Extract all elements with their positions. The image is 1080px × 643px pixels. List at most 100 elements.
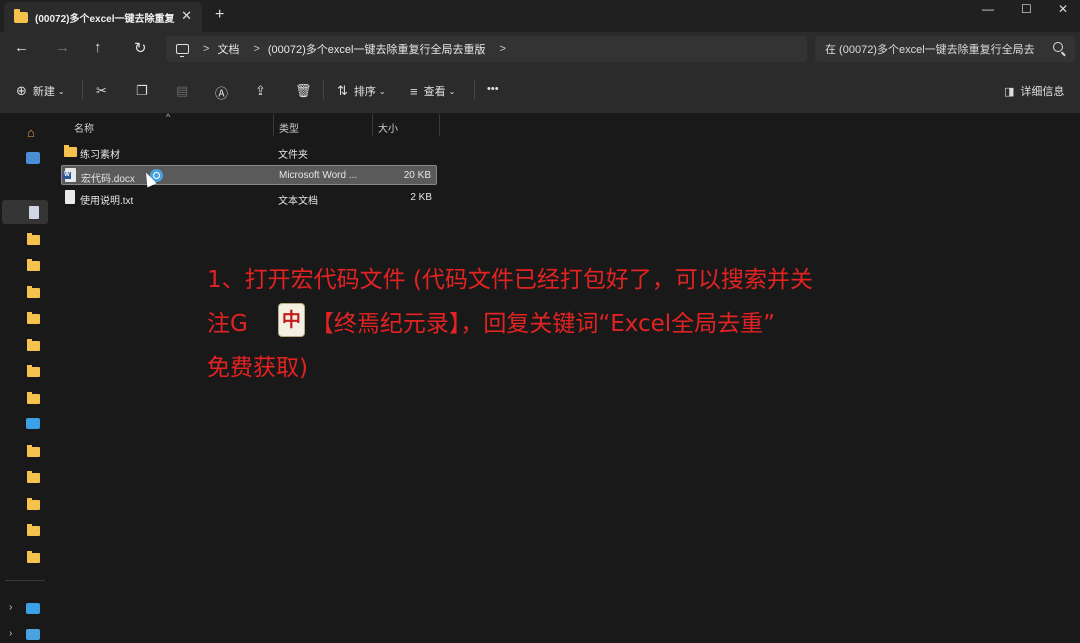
folder-icon[interactable] — [27, 365, 40, 377]
word-doc-icon — [63, 168, 76, 182]
documents-icon[interactable] — [29, 206, 39, 219]
nav-divider — [5, 580, 45, 581]
trash-icon: 🗑 — [295, 83, 312, 98]
scissors-icon: ✂ — [96, 83, 107, 98]
folder-icon — [14, 8, 28, 23]
folder-icon[interactable] — [27, 445, 40, 457]
file-size: 20 KB — [403, 170, 431, 181]
share-icon: ⇪ — [255, 83, 266, 98]
home-icon[interactable]: ⌂ — [27, 125, 35, 140]
search-box[interactable]: 在 (00072)多个excel一键去除重复行全局去 — [815, 36, 1075, 62]
sort-icon: ⇅ — [337, 83, 348, 98]
details-pane-button[interactable]: ◨ 详细信息 — [1004, 83, 1064, 99]
sort-caret-icon: ^ — [166, 112, 171, 122]
toolbar-divider — [323, 80, 324, 100]
column-divider[interactable] — [372, 114, 373, 136]
annotation-line-2: 注G 【终焉纪元录】，回复关键词“Excel全局去重” — [207, 302, 887, 346]
column-headers: ^ 名称 类型 大小 — [62, 112, 442, 136]
network-icon[interactable] — [26, 629, 40, 640]
back-button[interactable]: ← — [14, 39, 29, 56]
folder-icon[interactable] — [27, 259, 40, 271]
column-header-name[interactable]: 名称 — [74, 120, 94, 135]
column-header-type[interactable]: 类型 — [279, 120, 299, 135]
new-label: 新建 — [32, 86, 55, 98]
this-pc-icon[interactable] — [26, 603, 40, 614]
column-header-size[interactable]: 大小 — [378, 120, 398, 135]
folder-icon[interactable] — [27, 551, 40, 563]
folder-icon[interactable] — [27, 233, 40, 245]
desktop-icon[interactable] — [26, 418, 40, 429]
folder-icon[interactable] — [27, 392, 40, 404]
navigation-pane: ⌂ › › — [0, 114, 48, 643]
refresh-button[interactable]: ↻ — [134, 39, 147, 57]
address-bar[interactable]: > 文档 > (00072)多个excel一键去除重复行全局去重版 > — [166, 36, 807, 62]
delete-button[interactable]: 🗑 — [295, 83, 318, 99]
chevron-down-icon: ⌄ — [378, 86, 386, 96]
chevron-right-icon: > — [203, 43, 210, 55]
sort-label: 排序 — [353, 86, 376, 98]
breadcrumb-current-folder[interactable]: (00072)多个excel一键去除重复行全局去重版 — [268, 41, 486, 57]
plus-circle-icon: ⊕ — [16, 83, 27, 98]
navigation-bar: ← → ↑ ↻ > 文档 > (00072)多个excel一键去除重复行全局去重… — [0, 32, 1080, 66]
rename-icon: Ⓐ — [215, 86, 229, 101]
folder-icon[interactable] — [27, 498, 40, 510]
new-button[interactable]: ⊕ 新建 ⌄ — [16, 83, 65, 99]
up-button[interactable]: ↑ — [94, 39, 102, 56]
search-placeholder: 在 (00072)多个excel一键去除重复行全局去 — [825, 44, 1035, 56]
cut-button[interactable]: ✂ — [96, 83, 113, 99]
folder-icon[interactable] — [27, 524, 40, 536]
expand-chevron-icon[interactable]: › — [9, 602, 12, 613]
file-name: 使用说明.txt — [80, 196, 134, 207]
file-row[interactable]: 练习素材 文件夹 — [61, 142, 437, 162]
tutorial-annotation: 1、打开宏代码文件 (代码文件已经打包好了，可以搜索并关 注G 【终焉纪元录】，回… — [207, 258, 887, 390]
expand-chevron-icon[interactable]: › — [9, 628, 12, 639]
paste-button[interactable]: ▤ — [176, 83, 194, 99]
rename-button[interactable]: Ⓐ — [215, 83, 234, 102]
toolbar-divider — [82, 80, 83, 100]
sort-button[interactable]: ⇅ 排序 ⌄ — [337, 83, 386, 99]
maximize-button[interactable]: ☐ — [1021, 2, 1032, 16]
more-options-button[interactable]: ••• — [487, 83, 499, 95]
chevron-right-icon: > — [253, 43, 260, 55]
folder-icon[interactable] — [27, 471, 40, 483]
breadcrumb-documents[interactable]: 文档 — [217, 41, 239, 57]
minimize-button[interactable]: — — [982, 2, 994, 16]
forward-button[interactable]: → — [55, 39, 70, 56]
file-name: 宏代码.docx — [81, 174, 135, 185]
annotation-line-3: 免费获取) — [207, 355, 308, 381]
file-type: Microsoft Word ... — [279, 170, 358, 181]
new-tab-button[interactable]: + — [215, 6, 224, 24]
text-file-icon — [65, 190, 75, 204]
toolbar-divider — [474, 80, 475, 100]
share-button[interactable]: ⇪ — [255, 83, 272, 99]
gallery-icon[interactable] — [26, 152, 40, 164]
command-bar: ⊕ 新建 ⌄ ✂ ❐ ▤ Ⓐ ⇪ 🗑 ⇅ 排序 ⌄ ≡ 查看 ⌄ ••• ◨ 详… — [0, 66, 1080, 114]
file-row-selected[interactable]: 宏代码.docx Microsoft Word ... 20 KB — [61, 165, 437, 185]
chevron-right-icon[interactable]: > — [499, 43, 505, 55]
file-row[interactable]: 使用说明.txt 文本文档 2 KB — [61, 188, 437, 208]
view-label: 查看 — [423, 86, 446, 98]
details-label: 详细信息 — [1020, 86, 1065, 98]
details-pane-icon: ◨ — [1004, 85, 1015, 98]
copy-button[interactable]: ❐ — [136, 83, 154, 99]
copy-icon: ❐ — [136, 83, 148, 98]
view-button[interactable]: ≡ 查看 ⌄ — [410, 83, 455, 99]
folder-icon[interactable] — [27, 339, 40, 351]
column-divider[interactable] — [273, 114, 274, 136]
file-name: 练习素材 — [80, 150, 120, 161]
folder-icon[interactable] — [27, 312, 40, 324]
file-type: 文件夹 — [278, 150, 308, 161]
folder-icon — [64, 145, 77, 157]
mahjong-tile-icon — [277, 303, 305, 337]
folder-icon[interactable] — [27, 286, 40, 298]
nav-item-selected[interactable] — [2, 200, 48, 224]
tab-close-button[interactable]: ✕ — [181, 8, 192, 24]
chevron-down-icon: ⌄ — [448, 86, 456, 96]
close-window-button[interactable]: ✕ — [1058, 2, 1068, 16]
explorer-tab[interactable]: (00072)多个excel一键去除重复 ✕ — [4, 2, 202, 32]
file-type: 文本文档 — [278, 196, 318, 207]
search-icon[interactable] — [1053, 42, 1063, 52]
file-size: 2 KB — [410, 192, 432, 203]
chevron-down-icon: ⌄ — [57, 86, 65, 96]
column-divider[interactable] — [439, 114, 440, 136]
